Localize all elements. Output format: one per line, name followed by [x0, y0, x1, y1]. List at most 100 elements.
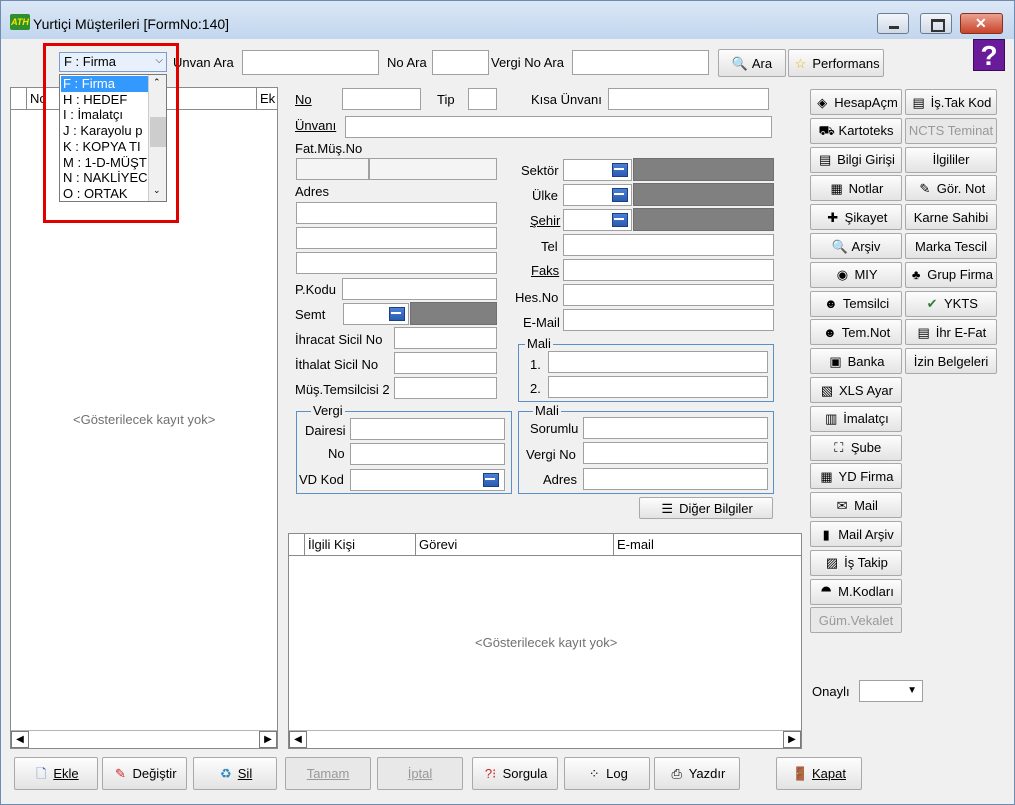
ara-button[interactable]: 🔍 Ara [718, 49, 786, 77]
mus-temsilcisi-input[interactable] [394, 377, 497, 399]
tel-input[interactable] [563, 234, 774, 256]
onayli-select[interactable] [859, 680, 923, 702]
diger-bilgiler-button[interactable]: ☰ Diğer Bilgiler [639, 497, 773, 519]
scroll-right-icon[interactable]: ▶ [259, 731, 277, 748]
performans-button[interactable]: ☆ Performans [788, 49, 884, 77]
side-button-16[interactable]: ▨ İş Takip [810, 549, 902, 576]
customer-grid-hscroll[interactable]: ◀ ▶ [11, 730, 277, 748]
sorgula-button[interactable]: ?⁝ Sorgula [472, 757, 558, 790]
side-button-1[interactable]: ⛟ Kartoteks [810, 117, 902, 144]
side-button-12[interactable]: ⛶ Şube [810, 434, 902, 461]
side-button-3[interactable]: ▦ Notlar [810, 175, 902, 202]
tip-input[interactable] [468, 88, 497, 110]
unvan-input[interactable] [345, 116, 772, 138]
adres-line1-input[interactable] [296, 202, 497, 224]
side-button-15[interactable]: ▮ Mail Arşiv [810, 521, 902, 547]
minimize-button[interactable] [877, 13, 909, 34]
side-button-right-6[interactable]: ♣ Grup Firma [905, 261, 997, 288]
ihracat-input[interactable] [394, 327, 497, 349]
semt-lookup-icon[interactable] [387, 304, 405, 324]
side-button-0[interactable]: ◈ HesapAçm [810, 89, 902, 115]
ithalat-input[interactable] [394, 352, 497, 374]
side-button-9[interactable]: ▣ Banka [810, 348, 902, 375]
mali-adres-input[interactable] [583, 468, 768, 490]
tamam-button[interactable]: Tamam [285, 757, 371, 790]
side-button-right-0[interactable]: ▤ İş.Tak Kod [905, 89, 997, 115]
degistir-button[interactable]: ✎ Değiştir [102, 757, 187, 790]
vd-kod-lookup-icon[interactable] [481, 470, 499, 490]
column-header-email[interactable]: E-mail [614, 534, 801, 555]
side-button-label: İlgililer [932, 152, 970, 168]
kisa-unvan-input[interactable] [608, 88, 769, 110]
iptal-button[interactable]: İptal [377, 757, 463, 790]
adres-line2-input[interactable] [296, 227, 497, 249]
side-button-7[interactable]: ☻ Temsilci [810, 290, 902, 317]
vergi-search-input[interactable] [572, 50, 709, 75]
side-button-right-5[interactable]: Marka Tescil [905, 233, 997, 259]
log-button[interactable]: ⁘ Log [564, 757, 650, 790]
side-button-18[interactable]: Güm.Vekalet [810, 607, 902, 634]
complaint-icon: ✚ [827, 209, 839, 225]
contact-scroll-right-icon[interactable]: ▶ [783, 731, 801, 748]
side-button-4[interactable]: ✚ Şikayet [810, 204, 902, 231]
mali-vergi-no-input[interactable] [583, 442, 768, 464]
side-button-17[interactable]: ⯊ M.Kodları [810, 578, 902, 605]
side-button-2[interactable]: ▤ Bilgi Girişi [810, 146, 902, 173]
mali-line2-input[interactable] [548, 376, 768, 398]
tel-label: Tel [541, 239, 558, 254]
sehir-lookup-icon[interactable] [610, 210, 628, 230]
exit-door-icon: 🚪 [792, 766, 809, 781]
vergi-dairesi-input[interactable] [350, 418, 505, 440]
contact-scroll-left-icon[interactable]: ◀ [289, 731, 307, 748]
vergi-no-input[interactable] [350, 443, 505, 465]
help-icon[interactable]: ? [973, 39, 1005, 71]
side-button-right-9[interactable]: İzin Belgeleri [905, 348, 997, 375]
sorumlu-input[interactable] [583, 417, 768, 439]
log-label: Log [606, 766, 628, 781]
adres-line3-input[interactable] [296, 252, 497, 274]
app-logo-icon: ATH [10, 14, 30, 30]
contact-grid-hscroll[interactable]: ◀ ▶ [289, 730, 801, 748]
side-button-right-7[interactable]: ✔ YKTS [905, 290, 997, 317]
sektor-lookup-icon[interactable] [610, 160, 628, 180]
side-button-label: Karne Sahibi [913, 209, 989, 225]
side-button-right-4[interactable]: Karne Sahibi [905, 204, 997, 231]
side-button-label: İş Takip [844, 555, 888, 571]
yazdir-button[interactable]: ⎙ Yazdır [654, 757, 740, 790]
ulke-name-display [633, 183, 774, 206]
kapat-button[interactable]: 🚪 Kapat [776, 757, 862, 790]
no-input[interactable] [342, 88, 421, 110]
unvan-search-input[interactable] [242, 50, 379, 75]
side-button-label: NCTS Teminat [908, 123, 994, 139]
side-button-13[interactable]: ▦ YD Firma [810, 463, 902, 490]
close-window-button[interactable] [960, 13, 1003, 34]
side-button-right-2[interactable]: İlgililer [905, 146, 997, 173]
side-button-11[interactable]: ▥ İmalatçı [810, 405, 902, 432]
fat-mus-no-input[interactable] [296, 158, 369, 180]
no-search-input[interactable] [432, 50, 489, 75]
hes-no-input[interactable] [563, 284, 774, 306]
side-button-10[interactable]: ▧ XLS Ayar [810, 377, 902, 403]
ulke-lookup-icon[interactable] [610, 185, 628, 205]
scroll-left-icon[interactable]: ◀ [11, 731, 29, 748]
side-button-5[interactable]: 🔍 Arşiv [810, 233, 902, 259]
side-button-right-1[interactable]: NCTS Teminat [905, 117, 997, 144]
star-icon: ☆ [794, 55, 807, 71]
ekle-button[interactable]: 🗋 Ekle [14, 757, 98, 790]
sil-button[interactable]: ♻ Sil [193, 757, 277, 790]
mali-line1-input[interactable] [548, 351, 768, 373]
pkodu-input[interactable] [342, 278, 497, 300]
column-header-gorevi[interactable]: Görevi [416, 534, 614, 555]
side-button-right-3[interactable]: ✎ Gör. Not [905, 175, 997, 202]
column-header-ilgili-kisi[interactable]: İlgili Kişi [305, 534, 416, 555]
side-button-6[interactable]: ◉ MIY [810, 261, 902, 288]
contact-grid[interactable]: İlgili Kişi Görevi E-mail <Gösterilecek … [288, 533, 802, 749]
fat-mus-no-name-input[interactable] [369, 158, 497, 180]
side-button-right-8[interactable]: ▤ İhr E-Fat [905, 319, 997, 346]
maximize-button[interactable] [920, 13, 952, 34]
side-button-14[interactable]: ✉ Mail [810, 492, 902, 519]
side-button-8[interactable]: ☻ Tem.Not [810, 319, 902, 346]
faks-input[interactable] [563, 259, 774, 281]
column-header-ek[interactable]: Ek [257, 88, 277, 109]
email-input[interactable] [563, 309, 774, 331]
